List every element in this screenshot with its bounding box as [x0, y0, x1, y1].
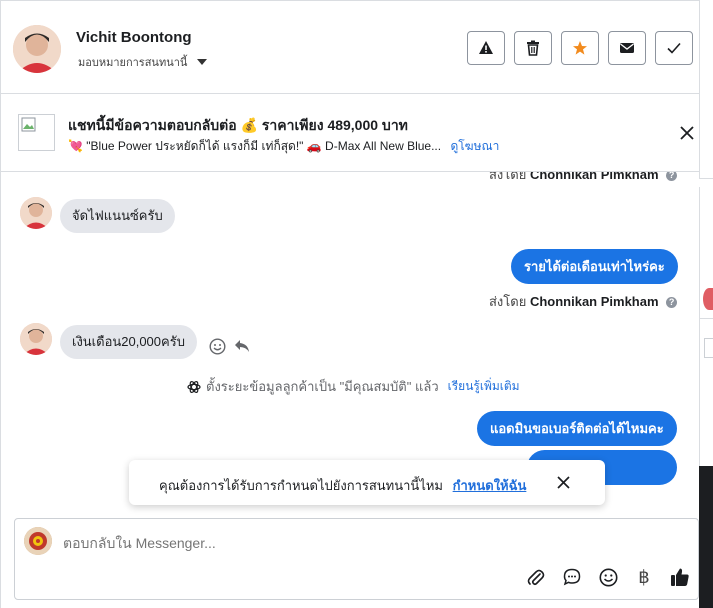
ad-thumbnail [18, 114, 55, 151]
chat-bubble-icon [563, 568, 581, 586]
learn-more-link[interactable]: เรียนรู้เพิ่มเติม [448, 377, 520, 396]
star-button[interactable] [561, 31, 599, 65]
close-icon [680, 126, 694, 140]
system-note: ตั้งระยะข้อมูลลูกค้าเป็น "มีคุณสมบัติ" แ… [187, 376, 520, 397]
side-panel-dark [699, 466, 713, 608]
reply-input[interactable] [63, 535, 563, 551]
ad-title: แชทนี้มีข้อความตอบกลับต่อ 💰 ราคาเพียง 48… [68, 117, 408, 133]
thumbs-up-icon [671, 568, 689, 586]
view-ad-link[interactable]: ดูโฆษณา [450, 139, 499, 153]
smiley-icon [209, 338, 226, 355]
contact-avatar-small [20, 197, 52, 229]
star-icon [573, 41, 587, 55]
attach-button[interactable] [518, 565, 554, 589]
alert-icon [479, 41, 493, 54]
reply-icon [235, 340, 249, 352]
emoji-button[interactable] [590, 565, 626, 589]
delete-button[interactable] [514, 31, 552, 65]
chevron-down-icon [197, 59, 208, 65]
conversation-panel: Vichit Boontong มอบหมายการสนทนานี้ แชทนี… [0, 0, 700, 608]
close-icon [557, 476, 570, 489]
close-toast-button[interactable] [557, 476, 570, 494]
help-icon[interactable]: ? [666, 172, 678, 182]
contact-name[interactable]: Vichit Boontong [76, 29, 192, 46]
ad-description: 💘 "Blue Power ประหยัดก็ได้ แรงก็มี เท่ก็… [68, 139, 442, 153]
like-button[interactable] [662, 565, 698, 589]
paperclip-icon [527, 569, 545, 586]
mark-unread-button[interactable] [608, 31, 646, 65]
header-actions [467, 31, 693, 65]
incoming-message[interactable]: จัดไฟแนนซ์ครับ [60, 199, 175, 233]
outgoing-message[interactable]: แอดมินขอเบอร์ติดต่อได้ไหมคะ [477, 411, 677, 446]
system-note-text: ตั้งระยะข้อมูลลูกค้าเป็น "มีคุณสมบัติ" แ… [206, 379, 439, 394]
saved-replies-button[interactable] [554, 565, 590, 589]
assign-prompt-toast: คุณต้องการได้รับการกำหนดไปยังการสนทนานี้… [129, 460, 605, 505]
assign-conversation-dropdown[interactable]: มอบหมายการสนทนานี้ [78, 53, 208, 71]
payment-button[interactable]: ฿ [626, 565, 662, 589]
sent-by-label: ส่งโดย Chonnikan Pimkham ? [489, 291, 678, 312]
ad-thumbnail [704, 338, 713, 358]
ad-subtitle: 💘 "Blue Power ประหยัดก็ได้ แรงก็มี เท่ก็… [68, 137, 499, 156]
agent-name: Chonnikan Pimkham [529, 172, 659, 182]
outgoing-message[interactable]: รายได้ต่อเดือนเท่าไหร่คะ [511, 249, 678, 284]
trash-icon [527, 40, 539, 56]
atom-icon [187, 380, 201, 393]
agent-name: Chonnikan Pimkham [529, 294, 659, 309]
mark-done-button[interactable] [655, 31, 693, 65]
react-button[interactable] [209, 338, 226, 360]
assign-to-me-link[interactable]: กำหนดให้ฉัน [453, 478, 527, 493]
assign-prompt-text: คุณต้องการได้รับการกำหนดไปยังการสนทนานี้… [159, 478, 527, 493]
ad-context-banner: แชทนี้มีข้อความตอบกลับต่อ 💰 ราคาเพียง 48… [1, 93, 699, 172]
check-icon [667, 42, 681, 54]
help-icon[interactable]: ? [666, 297, 678, 309]
side-panel-edge [699, 178, 713, 608]
envelope-icon [620, 43, 634, 53]
composer-toolbar: ฿ [518, 565, 698, 589]
assign-label: มอบหมายการสนทนานี้ [78, 57, 188, 69]
sent-by-label: ส่งโดย Chonnikan Pimkham ? [489, 172, 678, 185]
incoming-message[interactable]: เงินเดือน20,000ครับ [60, 325, 197, 359]
smiley-icon [599, 568, 617, 586]
reply-composer: ฿ [14, 518, 699, 600]
contact-avatar[interactable] [13, 25, 61, 73]
close-ad-banner-button[interactable] [680, 126, 694, 145]
report-button[interactable] [467, 31, 505, 65]
contact-avatar-small [20, 323, 52, 355]
conversation-header: Vichit Boontong มอบหมายการสนทนานี้ [1, 0, 699, 94]
reply-button[interactable] [234, 339, 250, 358]
contact-avatar-small [703, 288, 713, 310]
page-avatar [24, 527, 52, 555]
